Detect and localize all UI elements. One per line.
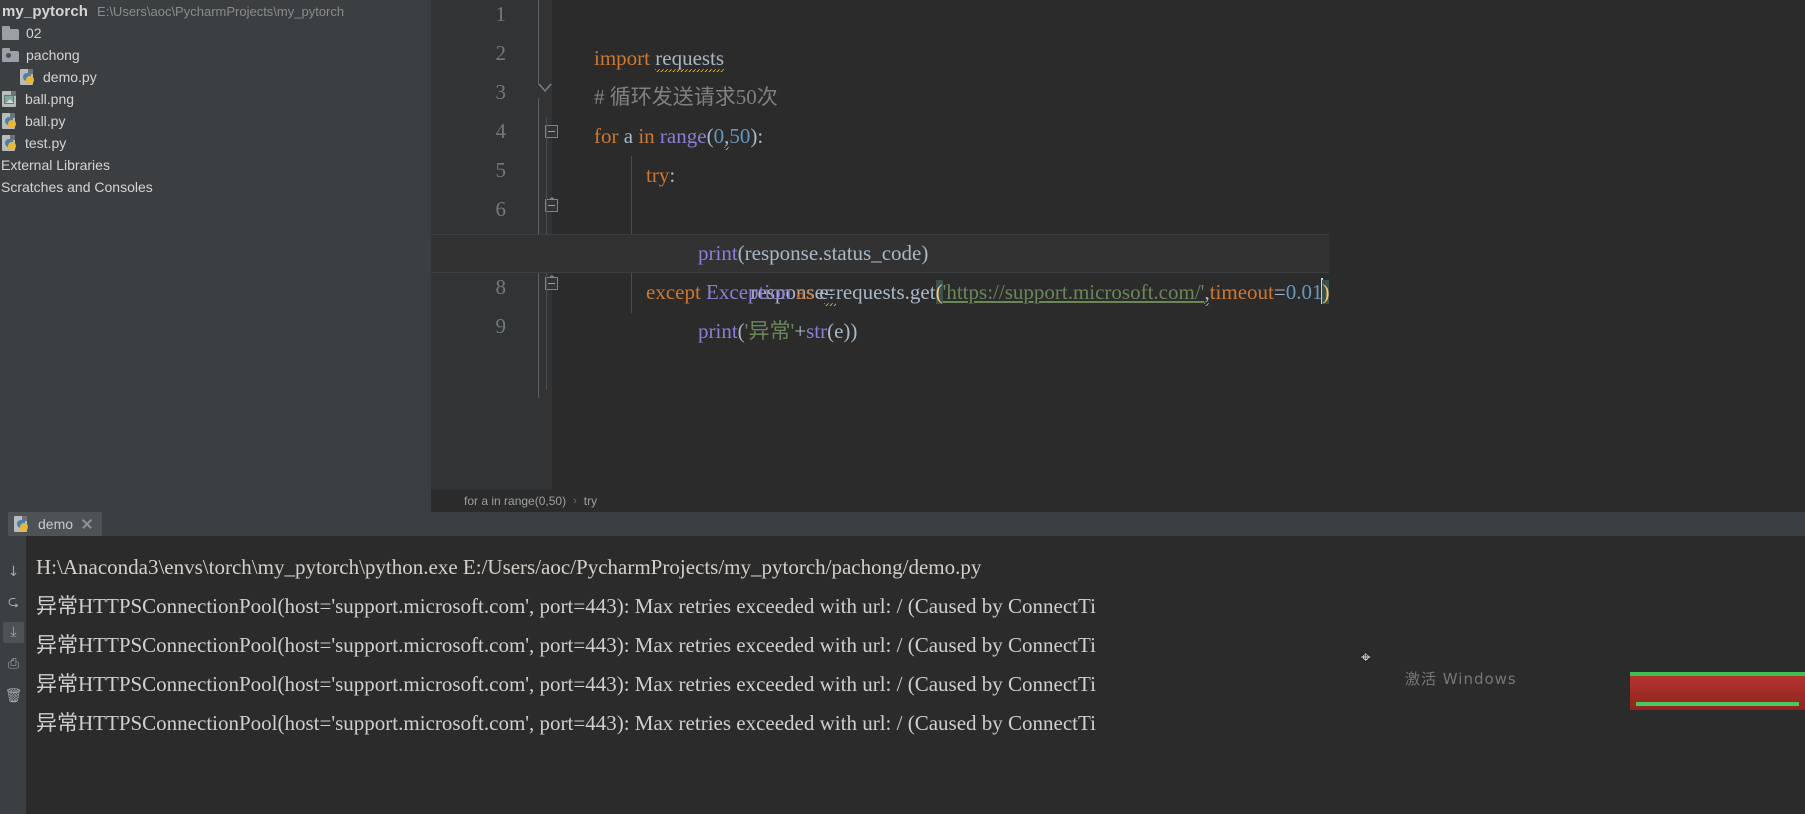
- pycharm-window: my_pytorch E:\Users\aoc\PycharmProjects\…: [0, 0, 1805, 814]
- console-line: 异常HTTPSConnectionPool(host='support.micr…: [36, 594, 1096, 618]
- tree-item-ball-py[interactable]: ball.py: [0, 110, 431, 132]
- image-file-icon: [2, 91, 18, 107]
- line-number: 1: [495, 2, 507, 26]
- console-line: 异常HTTPSConnectionPool(host='support.micr…: [36, 711, 1096, 735]
- code-line-8: print('异常'+str(e)): [698, 319, 858, 343]
- token-timeout-value: 0.01: [1285, 280, 1323, 304]
- tree-item-label: pachong: [26, 47, 80, 63]
- project-path: E:\Users\aoc\PycharmProjects\my_pytorch: [97, 4, 345, 19]
- python-file-icon: [2, 113, 18, 129]
- tree-item-02[interactable]: 02: [0, 22, 431, 44]
- token-range-end: 50: [729, 124, 751, 148]
- project-root-row[interactable]: my_pytorch E:\Users\aoc\PycharmProjects\…: [0, 0, 431, 22]
- scroll-to-end-icon[interactable]: ⤓: [3, 622, 24, 643]
- code-line-4: try:: [646, 163, 676, 187]
- project-tree-panel: my_pytorch E:\Users\aoc\PycharmProjects\…: [0, 0, 431, 588]
- console-tab-demo[interactable]: demo: [8, 512, 103, 536]
- python-file-icon: [14, 516, 30, 532]
- folder-icon: [2, 26, 19, 40]
- console-line: 异常HTTPSConnectionPool(host='support.micr…: [36, 633, 1096, 657]
- close-icon[interactable]: [81, 518, 93, 530]
- console-output[interactable]: H:\Anaconda3\envs\torch\my_pytorch\pytho…: [26, 536, 1805, 814]
- console-tab-label: demo: [38, 516, 74, 532]
- token-bracket-open-highlight: (: [935, 280, 943, 304]
- code-line-7: except Exception as e:: [646, 280, 835, 304]
- token-print: print: [698, 319, 738, 343]
- tree-item-test-py[interactable]: test.py: [0, 132, 431, 154]
- print-icon[interactable]: ⎙: [3, 654, 24, 675]
- chevron-right-icon: ›: [573, 495, 577, 507]
- token-str-fn: str: [806, 319, 828, 343]
- code-line-1: import requests: [552, 0, 725, 74]
- tree-item-external-libraries[interactable]: External Libraries: [0, 154, 431, 176]
- tree-item-demo-py[interactable]: demo.py: [0, 66, 431, 88]
- project-name: my_pytorch: [2, 3, 89, 20]
- token-kwarg-timeout: timeout: [1209, 280, 1274, 304]
- code-line-2: # 循环发送请求50次: [552, 39, 778, 109]
- code-line-6: print(response.status_code): [552, 195, 928, 265]
- soft-wrap-icon[interactable]: ⮎: [3, 592, 24, 613]
- source-folder-icon: [2, 48, 19, 62]
- scroll-down-icon[interactable]: ↓: [3, 562, 24, 583]
- line-number: 5: [495, 158, 507, 182]
- line-number: 6: [495, 197, 507, 221]
- tree-item-label: demo.py: [43, 69, 97, 85]
- console-line: 异常HTTPSConnectionPool(host='support.micr…: [36, 672, 1096, 696]
- line-number: 3: [495, 80, 507, 104]
- line-number: 8: [495, 275, 507, 299]
- code-line-5: response=requests.get('https://support.m…: [431, 156, 1330, 308]
- tree-item-scratches-consoles[interactable]: Scratches and Consoles: [0, 176, 431, 198]
- token-chinese-string: '异常': [744, 319, 795, 343]
- tree-item-label: ball.png: [25, 91, 75, 107]
- breadcrumb-item-try[interactable]: try: [584, 494, 597, 508]
- code-line-3: for a in range(0,50):: [552, 78, 763, 152]
- console-side-toolbar: ↓ ⮎ ⤓ ⎙ 🗑: [0, 536, 26, 814]
- tree-item-pachong[interactable]: pachong: [0, 44, 431, 66]
- tree-item-label: ball.py: [25, 113, 66, 129]
- clear-all-icon[interactable]: 🗑: [3, 686, 24, 707]
- tree-item-label: 02: [26, 25, 42, 41]
- run-console-panel: demo ↓ ⮎ ⤓ ⎙ 🗑 H:\Anaconda3\envs\torch\m…: [0, 512, 1805, 814]
- line-number: 9: [495, 314, 507, 338]
- python-file-icon: [2, 135, 18, 151]
- token-url-string: 'https://support.microsoft.com/': [942, 280, 1205, 304]
- python-file-icon: [20, 69, 36, 85]
- breadcrumb-item-for[interactable]: for a in range(0,50): [464, 494, 566, 508]
- tree-item-ball-png[interactable]: ball.png: [0, 88, 431, 110]
- line-number: 4: [495, 119, 507, 143]
- notification-badge[interactable]: [1630, 672, 1805, 710]
- token-range-start: 0: [713, 124, 725, 148]
- console-tab-strip: demo: [0, 512, 1805, 536]
- token-get: get: [909, 280, 936, 304]
- console-line: H:\Anaconda3\envs\torch\my_pytorch\pytho…: [36, 555, 982, 579]
- tree-item-label: test.py: [25, 135, 67, 151]
- line-number: 2: [495, 41, 507, 65]
- breadcrumb: for a in range(0,50) › try: [431, 490, 1805, 512]
- token-bracket-close-highlight: ): [1322, 280, 1330, 304]
